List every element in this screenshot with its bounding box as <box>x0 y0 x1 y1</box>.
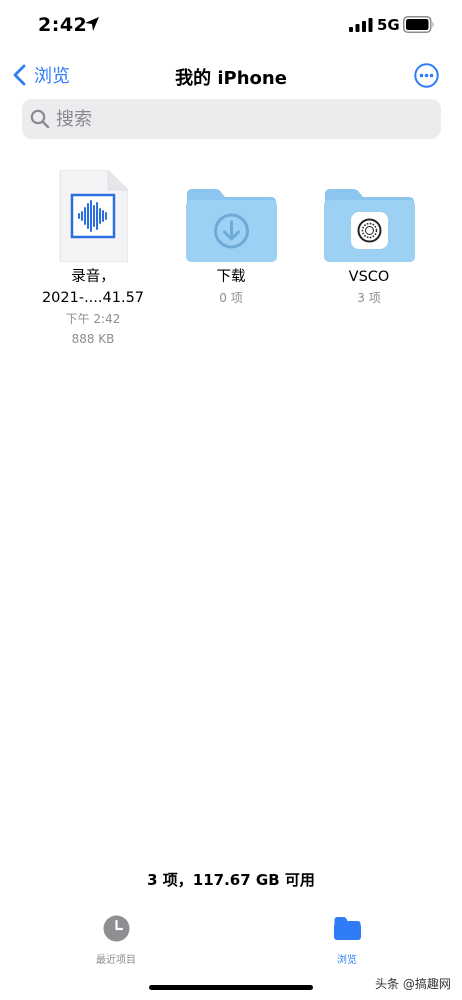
status-time: 2:42 <box>38 14 88 36</box>
folder-item-vsco[interactable]: VSCO 3 项 <box>299 170 439 308</box>
location-arrow-icon <box>85 17 99 31</box>
tab-recent[interactable]: 最近项目 <box>61 915 171 966</box>
storage-summary: 3 项，117.67 GB 可用 <box>147 871 315 889</box>
search-bar[interactable] <box>22 99 441 139</box>
search-input[interactable] <box>56 99 426 139</box>
tab-browse-label: 浏览 <box>337 955 357 966</box>
folder-thumbnail <box>161 170 301 266</box>
folder-name: VSCO <box>348 269 390 285</box>
folder-thumbnail <box>299 170 439 266</box>
network-type: 5G <box>377 16 400 34</box>
search-icon <box>30 109 50 129</box>
watermark: 头条 @搞趣网 <box>375 977 451 991</box>
ellipsis-circle-icon[interactable] <box>414 63 439 88</box>
folder-item-count: 3 项 <box>357 291 381 305</box>
file-size: 888 KB <box>71 332 115 346</box>
vsco-app-icon <box>351 212 388 249</box>
home-indicator[interactable] <box>149 985 313 990</box>
clock-icon <box>103 915 129 942</box>
audio-file-icon <box>59 170 128 262</box>
folder-icon <box>324 189 415 262</box>
tab-browse[interactable]: 浏览 <box>292 915 402 966</box>
page-title: 我的 iPhone <box>175 68 287 89</box>
navigation-bar: 浏览 我的 iPhone <box>0 52 462 96</box>
file-thumbnail <box>23 170 163 266</box>
battery-icon <box>403 16 434 33</box>
file-item-recording[interactable]: 录音， 2021-....41.57 下午 2:42 888 KB <box>23 170 163 349</box>
tab-recent-label: 最近项目 <box>96 955 136 966</box>
file-name-line2: 2021-....41.57 <box>41 290 145 306</box>
folder-name: 下载 <box>216 269 246 285</box>
folder-icon <box>186 189 277 262</box>
status-bar: 2:42 5G <box>0 0 462 52</box>
file-time: 下午 2:42 <box>65 312 121 326</box>
file-name-line1: 录音， <box>71 269 115 285</box>
folder-item-count: 0 项 <box>219 291 243 305</box>
folder-icon <box>334 917 361 940</box>
folder-item-downloads[interactable]: 下载 0 项 <box>161 170 301 308</box>
cellular-signal-icon <box>349 18 373 32</box>
